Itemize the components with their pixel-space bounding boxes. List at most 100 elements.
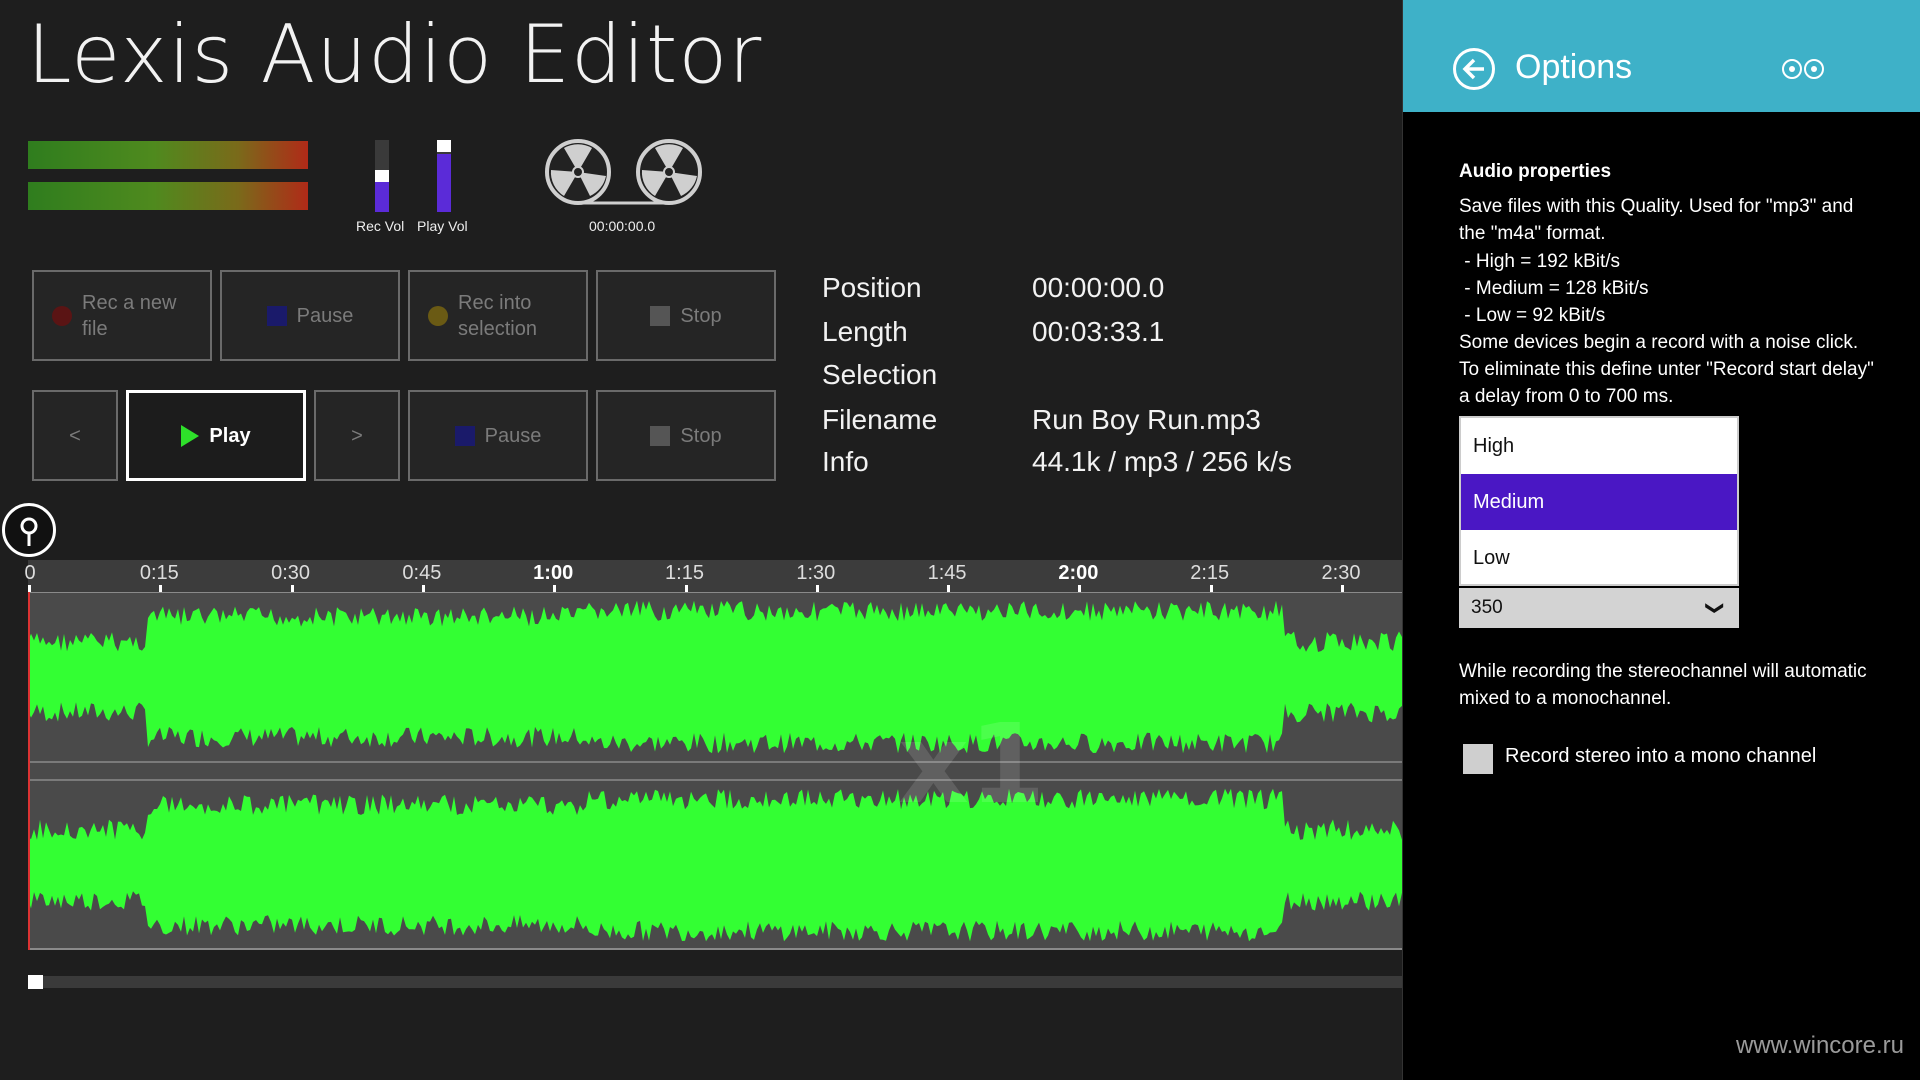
options-panel: Options Audio properties Save files with…	[1402, 0, 1920, 1080]
info-label: Info	[822, 446, 869, 477]
length-label: Length	[822, 316, 908, 347]
stereo-mono-checkbox[interactable]	[1463, 744, 1493, 774]
rec-new-file-button[interactable]: Rec a new file	[32, 270, 212, 361]
play-stop-label: Stop	[680, 424, 722, 447]
waveform-graphic: x1	[28, 592, 1402, 950]
rec-vol-label: Rec Vol	[356, 218, 405, 234]
timeline-tick-label: 1:45	[927, 562, 967, 584]
next-button[interactable]: >	[314, 390, 400, 481]
info-value: 44.1k / mp3 / 256 k/s	[1032, 446, 1292, 477]
play-vol-label: Play Vol	[417, 218, 468, 234]
timeline-tick-mark	[1209, 585, 1213, 592]
site-watermark: www.wincore.ru	[1735, 1032, 1904, 1059]
level-meter-left	[28, 141, 308, 169]
waveform-scrollbar[interactable]	[28, 976, 1402, 988]
timeline-tick-label: 2:30	[1321, 562, 1361, 584]
filename-value: Run Boy Run.mp3	[1032, 404, 1261, 435]
prev-button[interactable]: <	[32, 390, 118, 481]
back-arrow-icon	[1462, 58, 1484, 80]
timeline-tick-label: 2:15	[1190, 562, 1230, 584]
timeline-tick-mark	[553, 585, 557, 592]
timeline-tick-mark	[1341, 585, 1344, 592]
timeline-tick-label: 2:00	[1058, 562, 1099, 584]
rec-into-selection-label: Rec into selection	[458, 291, 537, 340]
next-label: >	[351, 424, 363, 447]
timeline-tick-label: 0:30	[271, 562, 311, 584]
position-label: Position	[822, 272, 922, 303]
timeline-ruler[interactable]: 0 0:15 0:30 0:45 1:00 1:15 1:30 1:45 2:00 2:15 2:3…	[24, 560, 1402, 592]
stereo-description: While recording the stereochannel will a…	[1459, 661, 1867, 709]
tape-reels-icon	[545, 139, 702, 205]
record-selection-icon	[428, 305, 448, 326]
app-title: Lexis Audio Editor	[27, 8, 763, 101]
play-volume-slider[interactable]	[437, 140, 451, 212]
chevron-down-icon: ❯	[1705, 600, 1726, 616]
delay-description: Some devices begin a record with a noise…	[1459, 332, 1874, 407]
level-meter-right	[28, 182, 308, 210]
rec-into-selection-button[interactable]: Rec into selection	[408, 270, 588, 361]
quality-medium-desc: - Medium = 128 kBit/s	[1459, 278, 1649, 299]
quality-option-high[interactable]: High	[1461, 418, 1737, 474]
rec-pause-button[interactable]: Pause	[220, 270, 400, 361]
timeline-tick-label: 0:15	[139, 562, 179, 584]
play-icon	[181, 424, 200, 447]
audio-properties-heading: Audio properties	[1459, 161, 1612, 182]
record-delay-value: 350	[1471, 597, 1503, 618]
rec-volume-fill	[375, 182, 389, 212]
play-button[interactable]: Play	[126, 390, 306, 481]
play-pause-label: Pause	[484, 424, 542, 447]
timeline-tick-mark	[815, 585, 819, 592]
options-header: Options	[1403, 0, 1920, 112]
scrollbar-thumb[interactable]	[28, 975, 43, 989]
stop-icon	[650, 305, 671, 326]
quality-description: Save files with this Quality. Used for "…	[1459, 196, 1854, 244]
pause-icon	[454, 425, 475, 446]
position-value: 00:00:00.0	[1032, 272, 1165, 303]
timeline-tick-mark	[421, 585, 425, 592]
stereo-mono-label[interactable]: Record stereo into a mono channel	[1505, 745, 1816, 768]
timeline-tick-label: 1:00	[533, 562, 574, 584]
timeline-tick-mark	[1078, 585, 1082, 592]
play-stop-button[interactable]: Stop	[596, 390, 776, 481]
timeline-tick-mark	[947, 585, 951, 592]
quality-high-desc: - High = 192 kBit/s	[1459, 251, 1621, 272]
play-label: Play	[209, 424, 251, 447]
rec-volume-slider[interactable]	[375, 140, 389, 212]
quality-low-desc: - Low = 92 kBit/s	[1459, 305, 1606, 326]
timeline-tick-label: 1:15	[665, 562, 704, 584]
rec-stop-button[interactable]: Stop	[596, 270, 776, 361]
rec-stop-label: Stop	[680, 304, 722, 327]
main-app-area: Lexis Audio Editor Rec Vol Play Vol 00:0…	[0, 0, 1402, 1080]
reel-time-label: 00:00:00.0	[589, 218, 656, 234]
timeline-tick-mark	[28, 585, 31, 592]
selection-label: Selection	[822, 359, 938, 390]
record-delay-select[interactable]: 350 ❯	[1459, 588, 1739, 628]
pause-icon	[266, 305, 287, 326]
app-logo-icon	[1782, 59, 1824, 79]
playhead	[28, 592, 30, 950]
play-volume-thumb[interactable]	[437, 140, 451, 152]
play-pause-button[interactable]: Pause	[408, 390, 588, 481]
timeline-tick-label: 1:30	[796, 562, 836, 584]
play-volume-fill	[437, 154, 451, 212]
position-marker-button[interactable]	[2, 503, 56, 557]
rec-new-file-label: Rec a new file	[82, 291, 177, 340]
timeline-tick-mark	[290, 585, 294, 592]
options-title: Options	[1515, 48, 1633, 86]
record-icon	[52, 305, 72, 326]
quality-option-medium[interactable]: Medium	[1461, 474, 1737, 530]
back-button[interactable]	[1453, 48, 1495, 90]
zoom-watermark: x1	[898, 700, 1046, 828]
rec-volume-thumb[interactable]	[375, 170, 389, 182]
stop-icon	[650, 425, 671, 446]
rec-pause-label: Pause	[296, 304, 354, 327]
location-pin-icon	[20, 517, 38, 546]
timeline-tick-mark	[684, 585, 688, 592]
quality-listbox[interactable]: High Medium Low	[1459, 416, 1739, 586]
filename-label: Filename	[822, 404, 938, 435]
timeline-tick-label: 0	[24, 562, 36, 584]
waveform-view[interactable]: x1	[28, 592, 1402, 950]
quality-option-low[interactable]: Low	[1461, 530, 1737, 586]
timeline-tick-label: 0:45	[402, 562, 442, 584]
prev-label: <	[69, 424, 81, 447]
